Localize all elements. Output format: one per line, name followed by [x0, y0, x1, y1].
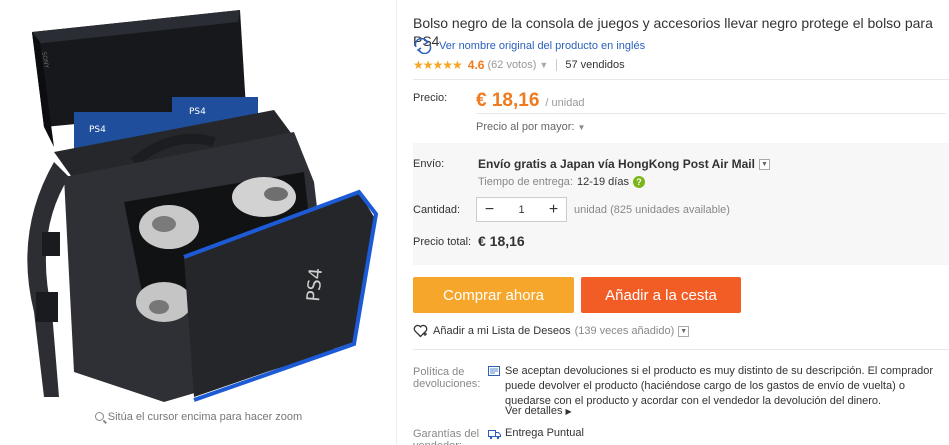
sold-count: 57 vendidos [565, 59, 625, 71]
heart-icon [413, 324, 428, 338]
guarantee-label: Garantías del vendedor: [413, 428, 480, 445]
image-gallery: SONY PS4 PS4 PS4 Sitúa el cursor encima … [0, 0, 397, 445]
product-page: SONY PS4 PS4 PS4 Sitúa el cursor encima … [0, 0, 949, 445]
wholesale-label[interactable]: Precio al por mayor: [476, 121, 574, 133]
price: € 18,16 / unidad [476, 90, 585, 112]
truck-icon [488, 430, 501, 440]
divider [413, 79, 949, 80]
wishlist-link[interactable]: Añadir a mi Lista de Deseos (139 veces a… [413, 324, 690, 338]
svg-text:PS4: PS4 [189, 107, 206, 117]
delivery-time: Tiempo de entrega: 12-19 días ? [478, 176, 645, 188]
view-original-text[interactable]: Ver nombre original del producto en ingl… [439, 40, 645, 52]
available-units: unidad (825 unidades available) [574, 204, 730, 216]
total-label: Precio total: [413, 236, 472, 248]
zoom-hint-text: Sitúa el cursor encima para hacer zoom [107, 411, 303, 423]
magnifier-icon [94, 412, 104, 421]
quantity-stepper: − + [476, 197, 567, 222]
help-icon[interactable]: ? [632, 176, 645, 188]
increase-button[interactable]: + [541, 198, 566, 221]
returns-details-text[interactable]: Ver detalles [505, 405, 562, 417]
chevron-down-icon[interactable]: ▼ [758, 158, 770, 170]
chevron-down-icon[interactable]: ▼ [678, 325, 690, 337]
returns-text: Se aceptan devoluciones si el producto e… [505, 365, 934, 407]
delivery-time-days: 12-19 días [576, 176, 629, 188]
chevron-down-icon[interactable]: ▼ [578, 123, 586, 132]
add-to-cart-button[interactable]: Añadir a la cesta [581, 277, 741, 313]
chevron-down-icon[interactable]: ▼ [539, 60, 548, 70]
wholesale-price[interactable]: Precio al por mayor: ▼ [476, 113, 946, 133]
product-image[interactable]: SONY PS4 PS4 PS4 [14, 2, 384, 407]
price-unit: / unidad [545, 97, 585, 109]
wishlist-text[interactable]: Añadir a mi Lista de Deseos [433, 325, 571, 337]
decrease-button[interactable]: − [477, 198, 502, 221]
wishlist-count: (139 veces añadido) [574, 325, 675, 337]
view-original-link[interactable]: Ver nombre original del producto en ingl… [413, 38, 645, 54]
zoom-hint: Sitúa el cursor encima para hacer zoom [0, 411, 397, 423]
rating-stars: ★★★★★ [413, 58, 463, 72]
translate-icon [414, 38, 432, 54]
delivery-time-label: Tiempo de entrega: [478, 176, 573, 188]
shipping-method-text[interactable]: Envío gratis a Japan vía HongKong Post A… [478, 157, 755, 171]
price-amount: € 18,16 [476, 90, 540, 111]
buy-now-button[interactable]: Comprar ahora [413, 277, 574, 313]
divider [556, 59, 558, 71]
rating-value: 4.6 [467, 58, 485, 72]
shipping-label: Envío: [413, 158, 445, 170]
shipping-method[interactable]: Envío gratis a Japan vía HongKong Post A… [478, 157, 770, 171]
chevron-right-icon[interactable]: ▶ [566, 407, 572, 416]
quantity-input[interactable] [502, 198, 541, 221]
total-amount: € 18,16 [478, 233, 525, 249]
quantity-label: Cantidad: [413, 204, 461, 216]
svg-text:PS4: PS4 [89, 125, 106, 135]
rating-row: ★★★★★ 4.6 (62 votos) ▼ 57 vendidos [413, 58, 625, 72]
divider [413, 349, 949, 350]
votes-link[interactable]: (62 votos) [487, 59, 536, 71]
guarantee-text: Entrega Puntual [505, 427, 584, 439]
returns-icon [488, 366, 500, 376]
price-label: Precio: [413, 92, 448, 104]
svg-text:PS4: PS4 [303, 267, 327, 302]
returns-label: Política de devoluciones: [413, 366, 481, 390]
returns-details-link[interactable]: Ver detalles ▶ [505, 405, 572, 417]
